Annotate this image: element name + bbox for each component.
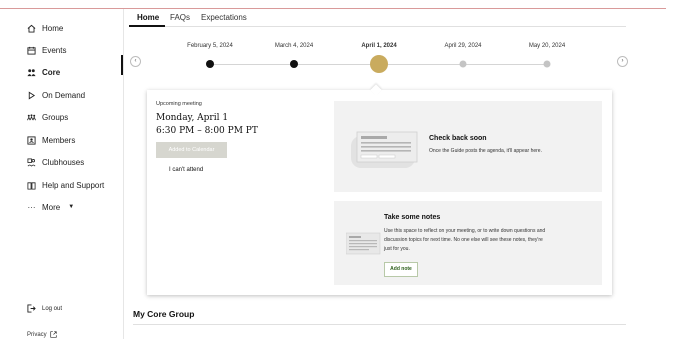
calendar-icon bbox=[27, 46, 36, 55]
timeline-date: May 20, 2024 bbox=[528, 43, 566, 49]
chevron-right-icon: › bbox=[621, 58, 624, 64]
notes-panel-text-line: just for you. bbox=[384, 246, 410, 252]
notes-illustration-icon bbox=[346, 232, 381, 255]
sidebar-item-help[interactable]: Help and Support bbox=[27, 177, 104, 193]
sidebar-item-events[interactable]: Events bbox=[27, 42, 66, 58]
logout-label: Log out bbox=[42, 305, 63, 312]
home-icon bbox=[27, 24, 36, 33]
tab-expectations[interactable]: Expectations bbox=[201, 13, 247, 22]
timeline-dot-past[interactable] bbox=[206, 60, 214, 68]
play-icon bbox=[28, 91, 36, 99]
sidebar-item-label: Groups bbox=[42, 112, 69, 122]
timeline-date: April 29, 2024 bbox=[444, 43, 482, 49]
notes-panel-title: Take some notes bbox=[384, 214, 441, 221]
sidebar-item-groups[interactable]: Groups bbox=[27, 109, 68, 125]
agenda-illustration-icon bbox=[351, 131, 418, 168]
sidebar-item-home[interactable]: Home bbox=[27, 20, 63, 36]
sidebar: Home Events Core On Demand Groups Member… bbox=[0, 9, 124, 339]
book-icon bbox=[27, 181, 36, 190]
sidebar-item-label: Clubhouses bbox=[42, 157, 85, 167]
id-card-icon bbox=[27, 135, 36, 145]
timeline-dot-current[interactable] bbox=[370, 55, 388, 73]
logout-icon bbox=[27, 304, 36, 313]
tab-active-underline bbox=[129, 25, 165, 27]
more-dots-icon: ··· bbox=[27, 202, 36, 212]
sidebar-item-clubhouses[interactable]: Clubhouses bbox=[27, 154, 84, 170]
sidebar-item-core[interactable]: Core bbox=[27, 64, 60, 80]
timeline-dot-past[interactable] bbox=[290, 60, 298, 68]
guide-panel-text: Once the Guide posts the agenda, it'll a… bbox=[429, 148, 542, 154]
sidebar-item-label: On Demand bbox=[42, 90, 86, 100]
sidebar-item-label: Members bbox=[42, 135, 76, 145]
sidebar-item-label: Core bbox=[42, 67, 61, 77]
timeline-prev-button[interactable]: ‹ bbox=[130, 56, 141, 67]
sidebar-item-label: Help and Support bbox=[42, 180, 105, 190]
active-indicator bbox=[121, 55, 123, 75]
privacy-link[interactable]: Privacy bbox=[27, 331, 57, 338]
meeting-card: Upcoming meeting Monday, April 1 6:30 PM… bbox=[147, 90, 612, 295]
timeline-date: April 1, 2024 bbox=[361, 43, 397, 49]
clubhouse-icon bbox=[27, 157, 36, 166]
people-icon bbox=[27, 68, 36, 76]
sidebar-item-on-demand[interactable]: On Demand bbox=[27, 87, 85, 103]
timeline-next-button[interactable]: › bbox=[617, 56, 628, 67]
notes-panel-text-line: discussion topics for next time. No one … bbox=[384, 237, 543, 243]
tab-bar: Home FAQs Expectations bbox=[129, 9, 626, 27]
cant-attend-link[interactable]: I can't attend bbox=[169, 167, 203, 173]
add-note-button[interactable]: Add note bbox=[384, 262, 418, 277]
sidebar-item-label: More bbox=[42, 202, 61, 212]
guide-panel-title: Check back soon bbox=[429, 135, 487, 142]
chevron-down-icon: ▼ bbox=[68, 204, 75, 210]
timeline-dot-future[interactable] bbox=[459, 60, 467, 68]
section-title: My Core Group bbox=[133, 309, 195, 319]
sidebar-item-more[interactable]: ··· More ▼ bbox=[27, 199, 75, 215]
tab-home[interactable]: Home bbox=[137, 13, 159, 22]
timeline-dot-future[interactable] bbox=[543, 60, 551, 68]
logout-button[interactable]: Log out bbox=[27, 304, 62, 313]
timeline-date: February 5, 2024 bbox=[187, 43, 233, 49]
meeting-timeline: ‹ February 5, 2024 March 4, 2024 April 1… bbox=[129, 36, 629, 86]
notes-panel: Take some notes Use this space to reflec… bbox=[334, 201, 602, 285]
privacy-label: Privacy bbox=[27, 331, 47, 338]
chevron-left-icon: ‹ bbox=[134, 58, 137, 64]
sidebar-item-label: Events bbox=[42, 45, 67, 55]
add-to-calendar-button[interactable]: Added to Calendar bbox=[156, 142, 227, 158]
external-link-icon bbox=[50, 331, 57, 338]
guide-agenda-panel: Check back soon Once the Guide posts the… bbox=[334, 101, 602, 192]
meeting-time: 6:30 PM – 8:00 PM PT bbox=[156, 126, 258, 136]
sidebar-item-label: Home bbox=[42, 23, 64, 33]
meeting-date: Monday, April 1 bbox=[156, 113, 229, 123]
sidebar-item-members[interactable]: Members bbox=[27, 132, 75, 148]
tab-faqs[interactable]: FAQs bbox=[170, 13, 190, 22]
groups-icon bbox=[27, 113, 36, 120]
timeline-date: March 4, 2024 bbox=[274, 43, 314, 49]
upcoming-label: Upcoming meeting bbox=[156, 101, 202, 107]
notes-panel-text-line: Use this space to reflect on your meetin… bbox=[384, 228, 546, 234]
section-divider bbox=[133, 324, 626, 325]
